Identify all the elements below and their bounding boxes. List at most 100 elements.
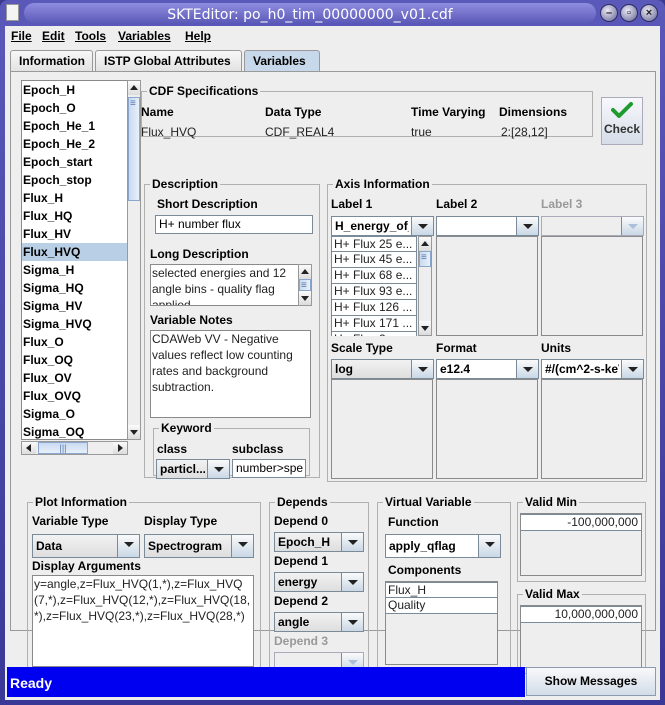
chevron-down-icon[interactable]	[411, 217, 433, 235]
valid-min-value[interactable]: -100,000,000	[521, 514, 641, 531]
scroll-down-button[interactable]	[419, 321, 431, 335]
variable-type-dropdown[interactable]: Data	[32, 534, 140, 558]
long-description-textarea[interactable]: selected energies and 12 angle bins - qu…	[150, 264, 300, 306]
label1-list-item[interactable]: H+ Flux 126 ...	[331, 300, 417, 316]
chevron-down-icon[interactable]	[117, 535, 139, 557]
variable-list-item[interactable]: Epoch_He_1	[22, 117, 127, 135]
variable-list-item[interactable]: Sigma_O	[22, 405, 127, 423]
variable-list-item[interactable]: Epoch_O	[22, 99, 127, 117]
long-description-scrollbar[interactable]	[298, 264, 312, 306]
label1-list-item[interactable]: H+ Flux 171 ...	[331, 316, 417, 332]
variable-list-item[interactable]: Flux_H	[22, 189, 127, 207]
display-arguments-textarea[interactable]: y=angle,z=Flux_HVQ(1,*),z=Flux_HVQ(7,*),…	[32, 575, 254, 667]
format-list[interactable]	[436, 379, 538, 479]
variable-list-item[interactable]: Flux_O	[22, 333, 127, 351]
scroll-down-button[interactable]	[128, 425, 140, 439]
chevron-down-icon[interactable]	[411, 360, 433, 378]
units-dropdown[interactable]: #/(cm^2-s-keV	[541, 359, 644, 379]
component-list-item[interactable]: Quality	[386, 598, 497, 614]
variable-list-item[interactable]: Sigma_H	[22, 261, 127, 279]
label1-list-item[interactable]: H+ Flux 93 e...	[331, 284, 417, 300]
menu-file[interactable]: File	[11, 29, 32, 43]
chevron-down-icon[interactable]	[621, 360, 643, 378]
variables-list-hscrollbar[interactable]: |||	[21, 441, 128, 455]
chevron-down-icon[interactable]	[516, 360, 538, 378]
chevron-down-icon[interactable]	[341, 533, 363, 551]
title-bar[interactable]: SKTEditor: po_h0_tim_00000000_v01.cdf – …	[0, 0, 665, 26]
scroll-up-button[interactable]	[299, 265, 311, 279]
chevron-down-icon[interactable]	[478, 535, 500, 557]
close-button[interactable]: ×	[640, 4, 658, 22]
menu-variables[interactable]: Variables	[118, 29, 171, 43]
keyword-subclass-input[interactable]: number>spe	[232, 459, 306, 478]
scroll-thumb[interactable]	[299, 279, 311, 291]
tab-variables[interactable]: Variables	[244, 50, 320, 72]
variable-list-item[interactable]: Epoch_start	[22, 153, 127, 171]
label1-list-item[interactable]: H+ Flux 25 e...	[331, 236, 417, 252]
variables-list[interactable]: Epoch_H Epoch_O Epoch_He_1 Epoch_He_2 Epoch_…	[21, 80, 128, 440]
short-description-input[interactable]: H+ number flux	[155, 215, 313, 234]
valid-min-list[interactable]: -100,000,000	[520, 513, 642, 576]
scale-type-dropdown[interactable]: log	[331, 359, 434, 379]
variable-list-item[interactable]: Epoch_He_2	[22, 135, 127, 153]
keyword-class-dropdown[interactable]: particl...	[156, 459, 230, 479]
minimize-button[interactable]: –	[600, 4, 618, 22]
scroll-thumb[interactable]	[128, 97, 140, 201]
scroll-left-button[interactable]	[22, 442, 36, 454]
valid-max-value[interactable]: 10,000,000,000	[521, 606, 641, 623]
chevron-down-icon[interactable]	[516, 217, 538, 235]
variable-list-item[interactable]: Flux_OVQ	[22, 387, 127, 405]
tab-information[interactable]: Information	[10, 50, 93, 71]
show-messages-button[interactable]: Show Messages	[526, 667, 656, 696]
variable-notes-textarea[interactable]: CDAWeb VV - Negative values reflect low …	[150, 330, 311, 418]
variable-list-item[interactable]: Flux_OV	[22, 369, 127, 387]
depend1-dropdown[interactable]: energy	[274, 572, 364, 592]
chevron-down-icon[interactable]	[341, 573, 363, 591]
variable-list-item[interactable]: Epoch_H	[22, 81, 127, 99]
variable-list-item[interactable]: Sigma_HV	[22, 297, 127, 315]
valid-max-list[interactable]: 10,000,000,000	[520, 605, 642, 668]
label1-list-scrollbar[interactable]	[418, 236, 432, 336]
label1-dropdown[interactable]: H_energy_of_t	[331, 216, 434, 236]
chevron-down-icon[interactable]	[341, 613, 363, 631]
scroll-up-button[interactable]	[419, 237, 431, 251]
variable-list-item[interactable]: Flux_HQ	[22, 207, 127, 225]
label2-list[interactable]	[436, 236, 538, 336]
chevron-down-icon[interactable]	[207, 460, 229, 478]
maximize-button[interactable]: ▫	[620, 4, 638, 22]
label2-dropdown[interactable]	[436, 216, 539, 236]
depend0-dropdown[interactable]: Epoch_H	[274, 532, 364, 552]
menu-tools[interactable]: Tools	[75, 29, 106, 43]
components-list[interactable]: Flux_H Quality	[385, 581, 498, 665]
variable-list-item[interactable]: Sigma_OQ	[22, 423, 127, 439]
menu-edit[interactable]: Edit	[42, 29, 65, 43]
format-dropdown[interactable]: e12.4	[436, 359, 539, 379]
variable-list-item[interactable]: Sigma_HQ	[22, 279, 127, 297]
label1-list-item[interactable]: H+ Flux 68 e...	[331, 268, 417, 284]
scroll-right-button[interactable]	[113, 442, 127, 454]
units-list[interactable]	[541, 379, 643, 479]
depend2-dropdown[interactable]: angle	[274, 612, 364, 632]
variable-list-item[interactable]: Flux_HV	[22, 225, 127, 243]
menu-help[interactable]: Help	[185, 29, 211, 43]
display-type-dropdown[interactable]: Spectrogram	[144, 534, 254, 558]
hscroll-thumb[interactable]: |||	[38, 442, 88, 454]
scale-type-list[interactable]	[331, 379, 433, 479]
variable-list-item[interactable]: Flux_OQ	[22, 351, 127, 369]
variable-list-item[interactable]: Epoch_stop	[22, 171, 127, 189]
variable-list-item[interactable]: Flux_HVQ	[22, 243, 127, 261]
component-list-item[interactable]: Flux_H	[386, 582, 497, 598]
function-dropdown[interactable]: apply_qflag	[385, 534, 501, 558]
label3-label: Label 3	[541, 197, 583, 211]
label1-list-item[interactable]: H+ Flux 45 e...	[331, 252, 417, 268]
check-button[interactable]: Check	[601, 97, 643, 145]
label1-list-item[interactable]: H+ Flux 2...	[331, 332, 417, 336]
variables-list-vscrollbar[interactable]	[127, 80, 141, 440]
label1-list[interactable]: H+ Flux 25 e... H+ Flux 45 e... H+ Flux 68…	[331, 236, 417, 336]
tab-istp-global-attributes[interactable]: ISTP Global Attributes	[95, 50, 242, 71]
variable-list-item[interactable]: Sigma_HVQ	[22, 315, 127, 333]
chevron-down-icon[interactable]	[231, 535, 253, 557]
scroll-up-button[interactable]	[128, 81, 140, 95]
scroll-down-button[interactable]	[299, 291, 311, 305]
scroll-thumb[interactable]	[419, 251, 431, 267]
